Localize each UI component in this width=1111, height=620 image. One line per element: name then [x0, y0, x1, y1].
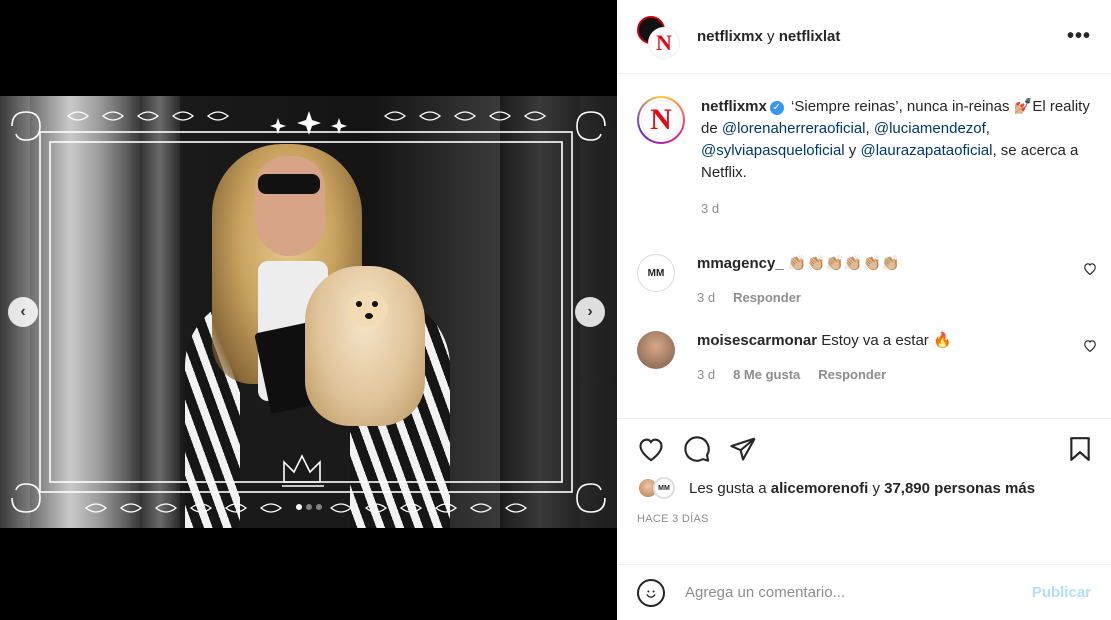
- post-media: ‹ ›: [0, 0, 617, 620]
- caption-text: netflixmx ✓ ‘Siempre reinas’, nunca in-re…: [701, 98, 1090, 181]
- mention-link[interactable]: @luciamendezof: [874, 120, 986, 137]
- post-side-panel: N netflixmx y netflixlat ••• N netflixmx…: [617, 0, 1111, 620]
- post-date[interactable]: HACE 3 DÍAS: [617, 499, 1111, 525]
- carousel-dot: [315, 504, 322, 510]
- liker-username[interactable]: alicemorenofi: [771, 480, 869, 497]
- post-actions: MM Les gusta a alicemorenofi y 37,890 pe…: [617, 418, 1111, 578]
- comment-username[interactable]: moisescarmonar: [697, 332, 817, 349]
- caption-time[interactable]: 3 d: [701, 198, 1091, 220]
- decorative-frame: [11, 111, 606, 513]
- avatar[interactable]: MM: [637, 254, 675, 292]
- instagram-post-view: ‹ › N netflixmx y netflixlat ••• N netfl…: [0, 0, 1111, 620]
- comment-time[interactable]: 3 d: [697, 367, 715, 382]
- reply-button[interactable]: Responder: [733, 290, 801, 305]
- carousel-dot: [305, 504, 312, 510]
- carousel-prev-button[interactable]: ‹: [8, 297, 38, 327]
- like-comment-heart-icon[interactable]: [1083, 262, 1097, 278]
- carousel-dots: [0, 504, 617, 510]
- comment-item: moisescarmonar Estoy va a estar 🔥 3 d 8 …: [617, 331, 1111, 382]
- caption-avatar[interactable]: N: [637, 96, 685, 144]
- netflix-logo-avatar: N: [639, 98, 683, 142]
- comment-item: MM mmagency_ 👏🏼👏🏼👏🏼👏🏼👏🏼👏🏼 3 d Responder: [617, 254, 1111, 305]
- netflix-logo-avatar: N: [649, 27, 679, 58]
- comment-likes[interactable]: 8 Me gusta: [733, 367, 800, 382]
- bookmark-icon[interactable]: [1069, 436, 1091, 462]
- carousel-next-button[interactable]: ›: [575, 297, 605, 327]
- likes-count-link[interactable]: 37,890 personas más: [884, 480, 1035, 497]
- mention-link[interactable]: @laurazapataoficial: [860, 142, 992, 159]
- likes-summary: MM Les gusta a alicemorenofi y 37,890 pe…: [617, 463, 1111, 499]
- comment-input[interactable]: [685, 584, 1015, 601]
- avatar: MM: [653, 477, 675, 499]
- emoji-icon[interactable]: [637, 578, 665, 607]
- post-caption: N netflixmx ✓ ‘Siempre reinas’, nunca in-…: [617, 74, 1111, 254]
- avatar[interactable]: [637, 331, 675, 369]
- author-link[interactable]: netflixmx: [697, 28, 763, 45]
- comment-text: Estoy va a estar 🔥: [821, 332, 952, 349]
- comment-time[interactable]: 3 d: [697, 290, 715, 305]
- collab-avatars[interactable]: N: [637, 15, 679, 58]
- chevron-right-icon: ›: [587, 303, 593, 320]
- reply-button[interactable]: Responder: [818, 367, 886, 382]
- author-link[interactable]: netflixlat: [779, 28, 841, 45]
- verified-badge-icon: ✓: [769, 101, 784, 115]
- mention-link[interactable]: @sylviapasqueloficial: [701, 142, 845, 159]
- share-paper-plane-icon[interactable]: [729, 436, 757, 462]
- mention-link[interactable]: @lorenaherreraoficial: [722, 120, 866, 137]
- like-comment-heart-icon[interactable]: [1083, 339, 1097, 355]
- carousel-dot: [295, 504, 302, 510]
- post-header: N netflixmx y netflixlat •••: [617, 0, 1111, 74]
- comment-text: 👏🏼👏🏼👏🏼👏🏼👏🏼👏🏼: [787, 255, 900, 272]
- post-authors: netflixmx y netflixlat: [697, 28, 841, 45]
- like-heart-icon[interactable]: [637, 436, 665, 462]
- caption-username[interactable]: netflixmx: [701, 98, 767, 115]
- comment-username[interactable]: mmagency_: [697, 255, 784, 272]
- comment-bubble-icon[interactable]: [683, 435, 711, 463]
- publish-button[interactable]: Publicar: [1032, 584, 1091, 601]
- chevron-left-icon: ‹: [20, 303, 26, 320]
- add-comment-bar: Publicar: [617, 564, 1111, 620]
- more-options-icon[interactable]: •••: [1067, 25, 1091, 48]
